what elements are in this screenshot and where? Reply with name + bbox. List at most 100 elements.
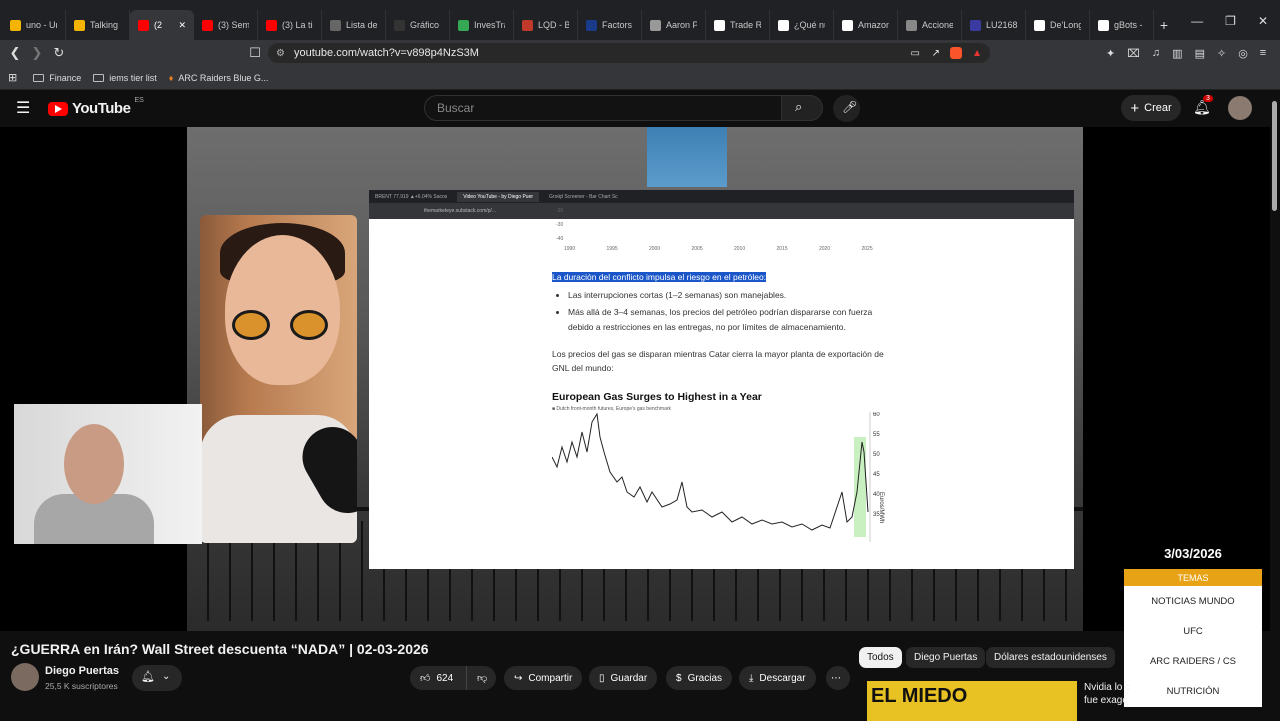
- url-field[interactable]: ⚙ youtube.com/watch?v=v898p4NzS3M ▭ ↗ ▲: [268, 43, 990, 63]
- browser-tab[interactable]: Talking: [66, 10, 130, 40]
- save-label: Guardar: [610, 672, 648, 684]
- tab-label: Lista de: [346, 20, 377, 30]
- sidebar-icon[interactable]: ▥: [1172, 47, 1182, 60]
- highlight-line: La duración del conflicto impulsa el rie…: [552, 272, 892, 282]
- bookmark-star-icon[interactable]: ☐: [244, 45, 266, 61]
- gas-y-tick: 50: [873, 452, 880, 458]
- avatar[interactable]: [1228, 96, 1252, 120]
- chip-diego-puertas[interactable]: Diego Puertas: [906, 647, 986, 668]
- hamburger-menu-icon[interactable]: ☰: [16, 98, 30, 118]
- tab-favicon-icon: [842, 19, 853, 31]
- close-window-icon[interactable]: ✕: [1258, 14, 1268, 28]
- tab-label: Amazon: [858, 20, 889, 30]
- brave-rewards-icon[interactable]: ▲: [972, 48, 982, 59]
- browser-tab[interactable]: Gráfico y: [386, 10, 450, 40]
- bookmark-label: iems tier list: [109, 72, 157, 83]
- create-button[interactable]: + Crear: [1121, 95, 1181, 121]
- browser-tab[interactable]: ¿Qué nú: [770, 10, 834, 40]
- tab-favicon-icon: [970, 19, 981, 31]
- search-input[interactable]: Buscar: [424, 95, 782, 121]
- browser-tab[interactable]: uno - Un: [2, 10, 66, 40]
- bookmarks-bar: ⊞ Finance iems tier list ♦ ARC Raiders Bl…: [0, 66, 1280, 90]
- chip-todos[interactable]: Todos: [859, 647, 902, 668]
- related-title[interactable]: Nvidia lo c fue exage: [1084, 681, 1134, 707]
- site-info-icon[interactable]: ⚙: [276, 48, 285, 59]
- channel-avatar[interactable]: [11, 663, 39, 691]
- tab-favicon-icon: [906, 19, 917, 31]
- like-button[interactable]: 👍︎ 624: [410, 666, 466, 690]
- bookmark-icon: ▯: [599, 672, 605, 684]
- browser-tab[interactable]: InvesTra: [450, 10, 514, 40]
- scrollbar-thumb[interactable]: [1272, 101, 1277, 211]
- browser-tab[interactable]: LU2168: [962, 10, 1026, 40]
- bullet-2: Más allá de 3–4 semanas, los precios del…: [568, 305, 892, 335]
- menu-icon[interactable]: ≡: [1260, 47, 1266, 60]
- browser-tab[interactable]: Factors: [578, 10, 642, 40]
- more-actions-button[interactable]: ⋯: [826, 666, 850, 690]
- close-tab-icon[interactable]: ✕: [178, 20, 186, 31]
- new-tab-icon[interactable]: +: [1154, 10, 1174, 40]
- top-chart-year: 2000: [649, 246, 660, 252]
- reload-icon[interactable]: ↻: [48, 45, 70, 61]
- related-thumbnail[interactable]: EL MIEDO: [867, 681, 1077, 721]
- browser-tab[interactable]: LQD - Bo: [514, 10, 578, 40]
- browser-tab[interactable]: Amazon: [834, 10, 898, 40]
- top-chart-tick: -20: [556, 208, 563, 214]
- vpn-icon[interactable]: ◎: [1238, 47, 1248, 60]
- top-chart-year: 2010: [734, 246, 745, 252]
- share-button[interactable]: ↪ Compartir: [504, 666, 583, 690]
- wallet-icon[interactable]: ▤: [1195, 47, 1205, 60]
- minimize-icon[interactable]: —: [1191, 14, 1203, 28]
- youtube-header: ☰ YouTube ES Buscar ⌕ 🎤︎ + Crear 🔔︎ 3: [0, 90, 1280, 127]
- forward-icon[interactable]: ❯: [26, 45, 48, 61]
- tab-favicon-icon: [394, 19, 405, 31]
- screenshot-icon[interactable]: ⌧: [1127, 47, 1140, 60]
- leo-icon[interactable]: ✧: [1217, 47, 1226, 60]
- dislike-button[interactable]: 👎︎: [466, 666, 496, 690]
- back-icon[interactable]: ❮: [4, 45, 26, 61]
- notifications-button[interactable]: 🔔︎ 3: [1193, 95, 1213, 116]
- browser-tab[interactable]: (3) La tie: [258, 10, 322, 40]
- youtube-logo[interactable]: YouTube ES: [48, 97, 144, 117]
- channel-name[interactable]: Diego Puertas: [45, 665, 119, 677]
- chip-dolares[interactable]: Dólares estadounidenses: [986, 647, 1115, 668]
- download-button[interactable]: ⤓ Descargar: [739, 666, 816, 690]
- browser-tab[interactable]: Trade Re: [706, 10, 770, 40]
- more-icon: ⋯: [831, 672, 841, 684]
- extensions-icon[interactable]: ✦: [1106, 47, 1115, 60]
- voice-search-button[interactable]: 🎤︎: [833, 95, 860, 122]
- browser-tab[interactable]: De'Long: [1026, 10, 1090, 40]
- browser-tab[interactable]: (2 ✕: [130, 10, 194, 40]
- search-button[interactable]: ⌕: [781, 95, 823, 121]
- bookmark-iems[interactable]: iems tier list: [93, 73, 157, 83]
- browser-tab[interactable]: Aaron P: [642, 10, 706, 40]
- bookmark-label: Finance: [49, 72, 82, 83]
- arc-raiders-icon: ♦: [168, 72, 174, 83]
- share-icon[interactable]: ↗: [932, 48, 940, 59]
- browser-tab[interactable]: gBots -: [1090, 10, 1154, 40]
- browser-tab[interactable]: Accione: [898, 10, 962, 40]
- topic-item: NUTRICIÓN: [1166, 685, 1220, 697]
- tab-label: ¿Qué nú: [794, 20, 825, 30]
- topic-item: ARC RAIDERS / CS: [1149, 655, 1237, 667]
- top-chart-year: 2025: [862, 246, 873, 252]
- media-icon[interactable]: ♫: [1152, 47, 1160, 60]
- install-icon[interactable]: ▭: [911, 48, 920, 59]
- bookmark-finance[interactable]: Finance: [33, 73, 81, 83]
- restore-icon[interactable]: ❐: [1225, 14, 1236, 28]
- thanks-button[interactable]: $ Gracias: [666, 666, 733, 690]
- subscription-bell-button[interactable]: 🔔︎ ⌄: [132, 665, 182, 691]
- bell-icon: 🔔︎: [141, 671, 155, 683]
- plus-icon: +: [1130, 99, 1140, 117]
- bookmark-arc[interactable]: ♦ ARC Raiders Blue G...: [169, 73, 269, 83]
- youtube-play-icon: [48, 101, 68, 116]
- highlighted-text: La duración del conflicto impulsa el rie…: [552, 272, 767, 282]
- browser-tab[interactable]: Lista de: [322, 10, 386, 40]
- apps-icon[interactable]: ⊞: [8, 71, 17, 84]
- save-button[interactable]: ▯ Guardar: [589, 666, 658, 690]
- video-player[interactable]: BRENT 77.919 ▲+6.04% Sacos Video YouTube…: [0, 127, 1270, 631]
- brave-shield-icon[interactable]: [950, 47, 962, 59]
- page-scrollbar[interactable]: [1271, 97, 1278, 717]
- browser-tab[interactable]: (3) Sema: [194, 10, 258, 40]
- tab-favicon-icon: [330, 19, 341, 31]
